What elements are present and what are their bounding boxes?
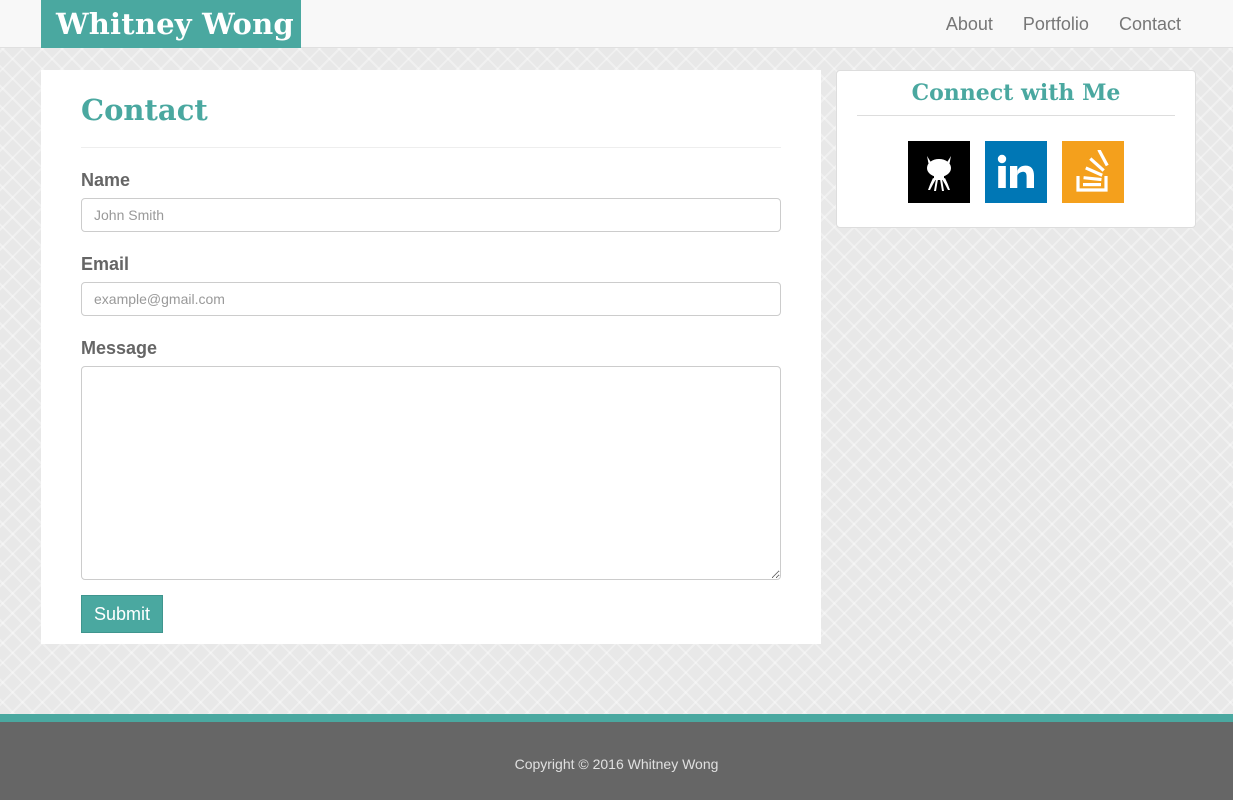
connect-divider xyxy=(857,115,1175,116)
email-group: Email xyxy=(81,254,781,316)
github-icon xyxy=(927,156,951,191)
name-label: Name xyxy=(81,170,131,190)
email-field[interactable] xyxy=(81,282,781,316)
navbar: Whitney Wong About Portfolio Contact xyxy=(0,0,1233,48)
title-divider xyxy=(81,147,781,148)
social-links xyxy=(857,141,1175,203)
copyright-text: Copyright © 2016 Whitney Wong xyxy=(514,756,719,772)
connect-title: Connect with Me xyxy=(911,80,1121,106)
brand-link[interactable]: Whitney Wong xyxy=(41,0,301,48)
contact-panel: Contact Name Email Message Submit xyxy=(41,70,821,644)
message-label: Message xyxy=(81,338,158,358)
footer-accent-stripe xyxy=(0,714,1233,722)
stackoverflow-link[interactable] xyxy=(1062,141,1124,203)
nav-link-about[interactable]: About xyxy=(916,0,993,48)
stackoverflow-icon xyxy=(1076,150,1109,192)
message-group: Message xyxy=(81,338,781,580)
name-group: Name xyxy=(81,170,781,232)
linkedin-icon xyxy=(997,154,1034,188)
page-title: Contact xyxy=(81,93,208,127)
email-label: Email xyxy=(81,254,130,274)
github-link[interactable] xyxy=(908,141,970,203)
nav-link-contact[interactable]: Contact xyxy=(1089,0,1181,48)
contact-form: Name Email Message Submit xyxy=(81,170,781,633)
connect-panel: Connect with Me xyxy=(836,70,1196,228)
message-textarea[interactable] xyxy=(81,366,781,580)
linkedin-link[interactable] xyxy=(985,141,1047,203)
nav-links: About Portfolio Contact xyxy=(916,0,1181,48)
footer: Copyright © 2016 Whitney Wong xyxy=(0,722,1233,800)
submit-button[interactable]: Submit xyxy=(81,595,163,633)
nav-link-portfolio[interactable]: Portfolio xyxy=(993,0,1089,48)
name-field[interactable] xyxy=(81,198,781,232)
